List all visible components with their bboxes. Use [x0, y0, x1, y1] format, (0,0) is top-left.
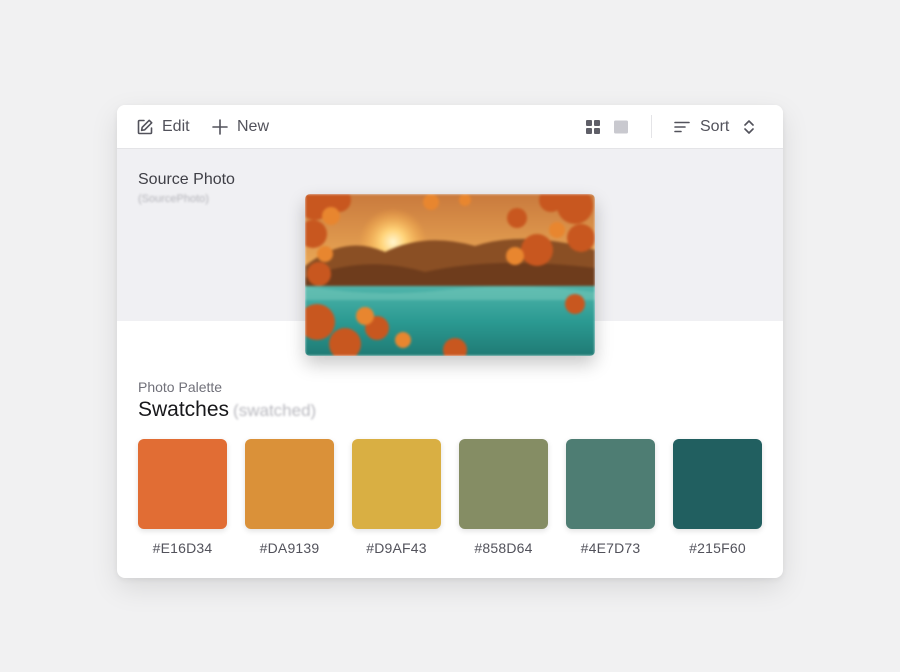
- color-swatch[interactable]: [566, 439, 655, 529]
- sort-icon: [673, 118, 691, 136]
- edit-button[interactable]: Edit: [136, 105, 190, 148]
- source-photo-title: Source Photo: [138, 171, 235, 188]
- new-label: New: [237, 117, 270, 135]
- color-swatch[interactable]: [459, 439, 548, 529]
- toolbar: Edit New Sort: [117, 105, 783, 149]
- toolbar-divider: [651, 115, 652, 138]
- source-photo[interactable]: [305, 194, 595, 356]
- swatch-card[interactable]: #215F60: [673, 439, 762, 556]
- swatch-card[interactable]: #D9AF43: [352, 439, 441, 556]
- swatch-card[interactable]: #DA9139: [245, 439, 334, 556]
- palette-section-label: Photo Palette: [138, 379, 223, 395]
- swatch-card[interactable]: #858D64: [459, 439, 548, 556]
- palette-title-text: Swatches: [138, 398, 230, 421]
- swatch-grid: #E16D34 #DA9139 #D9AF43 #858D64 #4E7D73 …: [138, 439, 762, 564]
- list-view-button[interactable]: [612, 105, 630, 148]
- swatch-hex-label: #858D64: [474, 540, 533, 556]
- plus-icon: [211, 118, 229, 136]
- color-swatch[interactable]: [245, 439, 334, 529]
- palette-title-tag: (swatched): [233, 401, 317, 420]
- swatch-hex-label: #E16D34: [152, 540, 213, 556]
- color-swatch[interactable]: [352, 439, 441, 529]
- color-swatch[interactable]: [138, 439, 227, 529]
- swatch-hex-label: #215F60: [689, 540, 746, 556]
- list-view-icon: [612, 118, 630, 136]
- grid-view-button[interactable]: [584, 105, 602, 148]
- sort-label: Sort: [700, 117, 730, 135]
- edit-icon: [136, 118, 154, 136]
- new-button[interactable]: New: [211, 105, 269, 148]
- palette-section-title: Swatches (swatched): [138, 398, 316, 422]
- app-window: Edit New Sort Source Photo (SourcePhoto)…: [117, 105, 783, 578]
- swatch-card[interactable]: #4E7D73: [566, 439, 655, 556]
- swatch-hex-label: #D9AF43: [366, 540, 427, 556]
- grid-icon: [584, 118, 602, 136]
- swatch-hex-label: #4E7D73: [580, 540, 641, 556]
- sort-button[interactable]: Sort: [673, 105, 756, 148]
- edit-label: Edit: [162, 117, 190, 135]
- chevron-up-down-icon: [742, 118, 756, 136]
- swatch-hex-label: #DA9139: [259, 540, 320, 556]
- source-photo-tag: (SourcePhoto): [138, 193, 209, 205]
- color-swatch[interactable]: [673, 439, 762, 529]
- swatch-card[interactable]: #E16D34: [138, 439, 227, 556]
